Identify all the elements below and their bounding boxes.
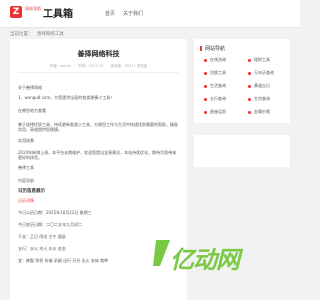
calendar-line: 今日农历日期：二〇二五年九月初二 bbox=[18, 222, 82, 227]
breadcrumb-prefix: 当前位置： bbox=[10, 32, 33, 37]
top-nav-bar: Z 网站导航 工具箱 首页 关于我们 bbox=[0, 0, 300, 28]
sidebar-item[interactable]: 黄道吉日 bbox=[248, 83, 270, 89]
article-line: 在哪些地方查看 bbox=[18, 108, 46, 113]
site-name[interactable]: 工具箱 bbox=[43, 5, 73, 20]
bullet-icon bbox=[248, 84, 251, 88]
nav-about[interactable]: 关于我们 bbox=[123, 10, 143, 17]
watermark: 亿动网 bbox=[150, 238, 240, 274]
sidebar-item[interactable]: 星座运势 bbox=[204, 109, 226, 115]
article-line: 内容导航 bbox=[18, 178, 34, 183]
accent-bar bbox=[200, 46, 202, 51]
bullet-icon bbox=[248, 71, 251, 75]
sidebar-heading: 网站导航 bbox=[200, 45, 225, 52]
article-line: 2024年新增上线。本平台长期维护，欢迎您提出宝贵建议，本站持续优化，期待为您带… bbox=[18, 150, 177, 160]
watermark-text: 亿动网 bbox=[170, 246, 240, 274]
sidebar-item[interactable]: 生肖查询 bbox=[248, 96, 270, 102]
article-line: 关于善择网络 bbox=[18, 85, 42, 90]
sidebar-blank-panel bbox=[194, 135, 290, 167]
calendar-line: 五行：水火 木火 水水 金金 bbox=[18, 246, 66, 251]
article-meta: 作者：admin 时间：2025-10 阅读量：28111 浏览量 bbox=[10, 64, 187, 69]
calendar-line: 今日公历日期：2025年10月22日 星期三 bbox=[18, 210, 92, 215]
article-line: 善择工具 bbox=[18, 165, 34, 170]
bullet-icon bbox=[204, 110, 207, 114]
bullet-icon bbox=[248, 97, 251, 101]
sidebar-item[interactable]: 兑换工具 bbox=[204, 70, 226, 76]
article-line: 善于选择优质工具，持续更新各类小工具，方便您工作与生活中快速找到需要的帮助，精准… bbox=[18, 122, 178, 132]
article-line: 1、wengu8.com，为您提供全面的各类便捷小工具！ bbox=[18, 95, 115, 100]
bullet-icon bbox=[248, 110, 251, 114]
sidebar-item[interactable]: 金属价格 bbox=[248, 109, 270, 115]
bullet-icon bbox=[204, 97, 207, 101]
logo-caption: 网站导航 bbox=[25, 6, 41, 11]
section-title: 日历信息展示 bbox=[18, 189, 45, 194]
sidebar-item[interactable]: 生活查询 bbox=[204, 83, 226, 89]
meta-author: 作者：admin bbox=[49, 64, 72, 68]
logo-icon[interactable]: Z bbox=[10, 6, 22, 18]
divider bbox=[18, 72, 179, 73]
bullet-icon bbox=[248, 58, 251, 62]
meta-views: 阅读量：28111 浏览量 bbox=[110, 64, 148, 68]
bullet-icon bbox=[204, 58, 207, 62]
sidebar-nav: 网站导航 在线咨询 理财工具 兑换工具 万年历查询 生活查询 黄道吉日 五行查询… bbox=[194, 39, 290, 123]
nav-home[interactable]: 首页 bbox=[105, 10, 115, 17]
sidebar-item[interactable]: 在线咨询 bbox=[204, 57, 226, 63]
calendar-line: 干支：乙巳 丙戌 壬午 庚辰 bbox=[18, 234, 66, 239]
sidebar-item[interactable]: 万年历查询 bbox=[248, 70, 274, 76]
sidebar-heading-label: 网站导航 bbox=[205, 46, 226, 52]
bullet-icon bbox=[204, 84, 207, 88]
breadcrumb: 当前位置： 善择网络工具 bbox=[10, 31, 67, 37]
sidebar-item[interactable]: 五行查询 bbox=[204, 96, 226, 102]
meta-time: 时间：2025-10 bbox=[78, 64, 104, 68]
calendar-title: 日历详情 bbox=[18, 198, 34, 203]
breadcrumb-link[interactable]: 善择网络工具 bbox=[37, 32, 64, 37]
sidebar-item[interactable]: 理财工具 bbox=[248, 57, 270, 63]
article-line: 实用场景 bbox=[18, 138, 34, 143]
bullet-icon bbox=[204, 71, 207, 75]
page-title: 善择网络科技 bbox=[77, 50, 120, 58]
